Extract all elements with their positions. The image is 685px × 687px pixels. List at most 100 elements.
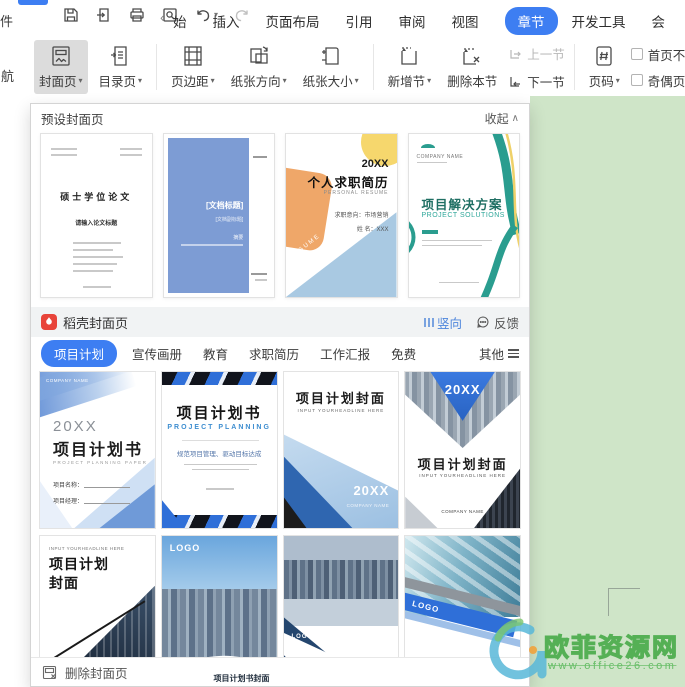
tab-section-active[interactable]: 章节 xyxy=(504,7,558,35)
preset-section-title: 预设封面页 xyxy=(41,112,104,127)
next-section-icon xyxy=(510,76,521,87)
more-categories-button[interactable]: 其他 xyxy=(479,344,519,363)
preset-cover-solutions[interactable]: COMPANY NAME 项目解决方案 PROJECT SOLUTIONS xyxy=(407,133,520,298)
toc-page-button[interactable]: 目录页 ▾ xyxy=(94,40,148,94)
cover6-logo: LOGO xyxy=(169,543,201,553)
cover6-title: 项目计划书封面 xyxy=(213,674,270,683)
preset-solutions-title: 项目解决方案 xyxy=(421,198,503,212)
ribbon-tabs: 始 插入 页面布局 引用 审阅 视图 章节 开发工具 会 xyxy=(173,7,665,35)
dropdown-caret-icon: ▾ xyxy=(78,75,83,85)
page-number-icon xyxy=(596,46,612,66)
save-icon[interactable] xyxy=(62,6,80,24)
feedback-button[interactable]: 反馈 xyxy=(476,313,519,332)
orientation-icon xyxy=(249,46,268,64)
titlebar: 件 ▾ ⌄ ‹ 始 插入 页面布局 引用 审阅 视图 章节 开发工具 会 xyxy=(0,0,685,38)
checkbox-icon[interactable] xyxy=(630,74,643,86)
tab-view[interactable]: 视图 xyxy=(452,7,479,35)
orientation-toggle-vertical[interactable]: 竖向 xyxy=(423,313,462,332)
decor-line xyxy=(73,249,113,251)
preset-cover-resume[interactable]: 20XX 个人求职简历 PERSONAL RESUME 求职意向：市场营销 姓 … xyxy=(285,133,398,298)
prev-section-icon xyxy=(510,49,522,59)
page-margin-corner-mark xyxy=(608,588,640,589)
file-menu-partial[interactable]: 件 xyxy=(0,11,13,30)
cover5-subtitle: INPUT YOURHEADLINE HERE xyxy=(49,546,125,551)
cover1-company: COMPANY NAME xyxy=(46,378,89,383)
decor-line xyxy=(83,286,111,288)
decor-line xyxy=(416,162,447,163)
first-page-diff-checkbox[interactable]: 首页不同 xyxy=(630,45,685,64)
next-section-button[interactable]: 下一节 xyxy=(508,72,565,91)
export-icon[interactable] xyxy=(95,6,113,24)
decor-line xyxy=(51,154,77,156)
tab-references[interactable]: 引用 xyxy=(346,7,373,35)
print-icon[interactable] xyxy=(128,6,146,24)
category-work-report[interactable]: 工作汇报 xyxy=(314,340,376,367)
docer-flame-icon xyxy=(41,314,57,330)
document-canvas[interactable] xyxy=(530,96,685,687)
preset-cover-doc-title[interactable]: [文档标题] [文档副标题] 摘要 xyxy=(162,133,275,298)
decor-line xyxy=(191,469,249,470)
preset-cover-thesis[interactable]: 硕士学位论文 请输入论文标题 xyxy=(40,133,153,298)
cover2-title: 项目计划书 xyxy=(176,405,262,422)
decor-line xyxy=(255,279,267,281)
decor-line xyxy=(119,154,142,156)
hamburger-icon xyxy=(508,349,519,358)
prev-section-button[interactable]: 上一节 xyxy=(508,44,565,63)
cover-page-dropdown: 预设封面页 收起 ∧ 硕士学位论文 请输入论文标题 [文档标题] [文档副标题]… xyxy=(30,103,530,687)
odd-even-diff-checkbox[interactable]: 奇偶页不同 xyxy=(630,71,685,90)
tab-member-partial[interactable]: 会 xyxy=(652,7,666,35)
checkbox-icon[interactable] xyxy=(630,48,643,60)
category-resume[interactable]: 求职简历 xyxy=(243,340,305,367)
cover1-subtitle: PROJECT PLANNING PAPER xyxy=(53,460,148,465)
docer-section-bar: 稻壳封面页 竖向 反馈 xyxy=(31,307,529,337)
preset-resume-title: 个人求职简历 xyxy=(307,176,389,190)
collapse-button[interactable]: 收起 ∧ xyxy=(485,110,519,127)
decor-line xyxy=(181,440,259,441)
category-education[interactable]: 教育 xyxy=(197,340,234,367)
delete-section-label: 删除本节 xyxy=(447,75,498,89)
tab-review[interactable]: 审阅 xyxy=(399,7,426,35)
page-number-button[interactable]: 页码 ▾ xyxy=(584,40,625,94)
add-section-button[interactable]: 新增节 ▾ xyxy=(383,40,437,94)
decor-line xyxy=(119,148,142,150)
template-cover-4[interactable]: 20XX 项目计划封面 INPUT YOURHEADLINE HERE COMP… xyxy=(404,371,521,529)
margins-button[interactable]: 页边距 ▾ xyxy=(166,40,220,94)
cover3-company: COMPANY NAME xyxy=(346,503,390,508)
cover1-field1: 项目名称： xyxy=(53,483,84,489)
category-brochure[interactable]: 宣传画册 xyxy=(126,340,188,367)
docer-section-title: 稻壳封面页 xyxy=(63,315,129,331)
tab-page-layout[interactable]: 页面布局 xyxy=(266,7,320,35)
template-cover-2[interactable]: 项目计划书 PROJECT PLANNING 规范项目管理、驱动目标达成 xyxy=(160,371,278,529)
preset-solutions-company: COMPANY NAME xyxy=(416,154,464,160)
add-section-label: 新增节 xyxy=(387,75,426,89)
template-cover-3[interactable]: 项目计划封面 INPUT YOURHEADLINE HERE 20XX COMP… xyxy=(282,371,400,529)
collapse-left-icon[interactable]: ‹ xyxy=(160,9,165,25)
category-project-plan[interactable]: 项目计划 xyxy=(41,340,118,367)
delete-cover-icon xyxy=(42,665,57,679)
page-number-label: 页码 xyxy=(588,75,614,89)
tab-home-partial[interactable]: 始 xyxy=(173,7,187,35)
tab-insert[interactable]: 插入 xyxy=(213,7,240,35)
navigation-pane-partial[interactable]: 航 xyxy=(1,66,14,85)
decor-city-photo xyxy=(283,536,399,627)
template-cover-1[interactable]: COMPANY NAME 20XX 项目计划书 PROJECT PLANNING… xyxy=(39,371,156,529)
orientation-button[interactable]: 纸张方向 ▾ xyxy=(226,40,292,94)
toc-page-label: 目录页 xyxy=(98,75,137,89)
preset-solutions-subtitle: PROJECT SOLUTIONS xyxy=(421,212,505,219)
preset-doc-title: [文档标题] xyxy=(205,201,244,210)
decor-stripes xyxy=(161,372,277,385)
cover4-subtitle: INPUT YOURHEADLINE HERE xyxy=(419,473,507,478)
tab-dev-tools[interactable]: 开发工具 xyxy=(572,7,626,35)
feedback-label: 反馈 xyxy=(493,316,519,331)
decor-line xyxy=(183,464,257,465)
delete-section-button[interactable]: 删除本节 xyxy=(442,40,502,94)
next-section-label: 下一节 xyxy=(527,75,565,90)
category-free[interactable]: 免费 xyxy=(385,340,422,367)
dropdown-caret-icon: ▾ xyxy=(282,75,287,85)
paper-size-button[interactable]: 纸张大小 ▾ xyxy=(298,40,364,94)
ribbon-separator xyxy=(372,44,374,90)
decor-line xyxy=(73,263,117,265)
cover1-year: 20XX xyxy=(53,418,98,435)
cover-page-button[interactable]: 封面页 ▾ xyxy=(34,40,88,94)
delete-cover-button[interactable]: 删除封面页 xyxy=(31,657,529,686)
